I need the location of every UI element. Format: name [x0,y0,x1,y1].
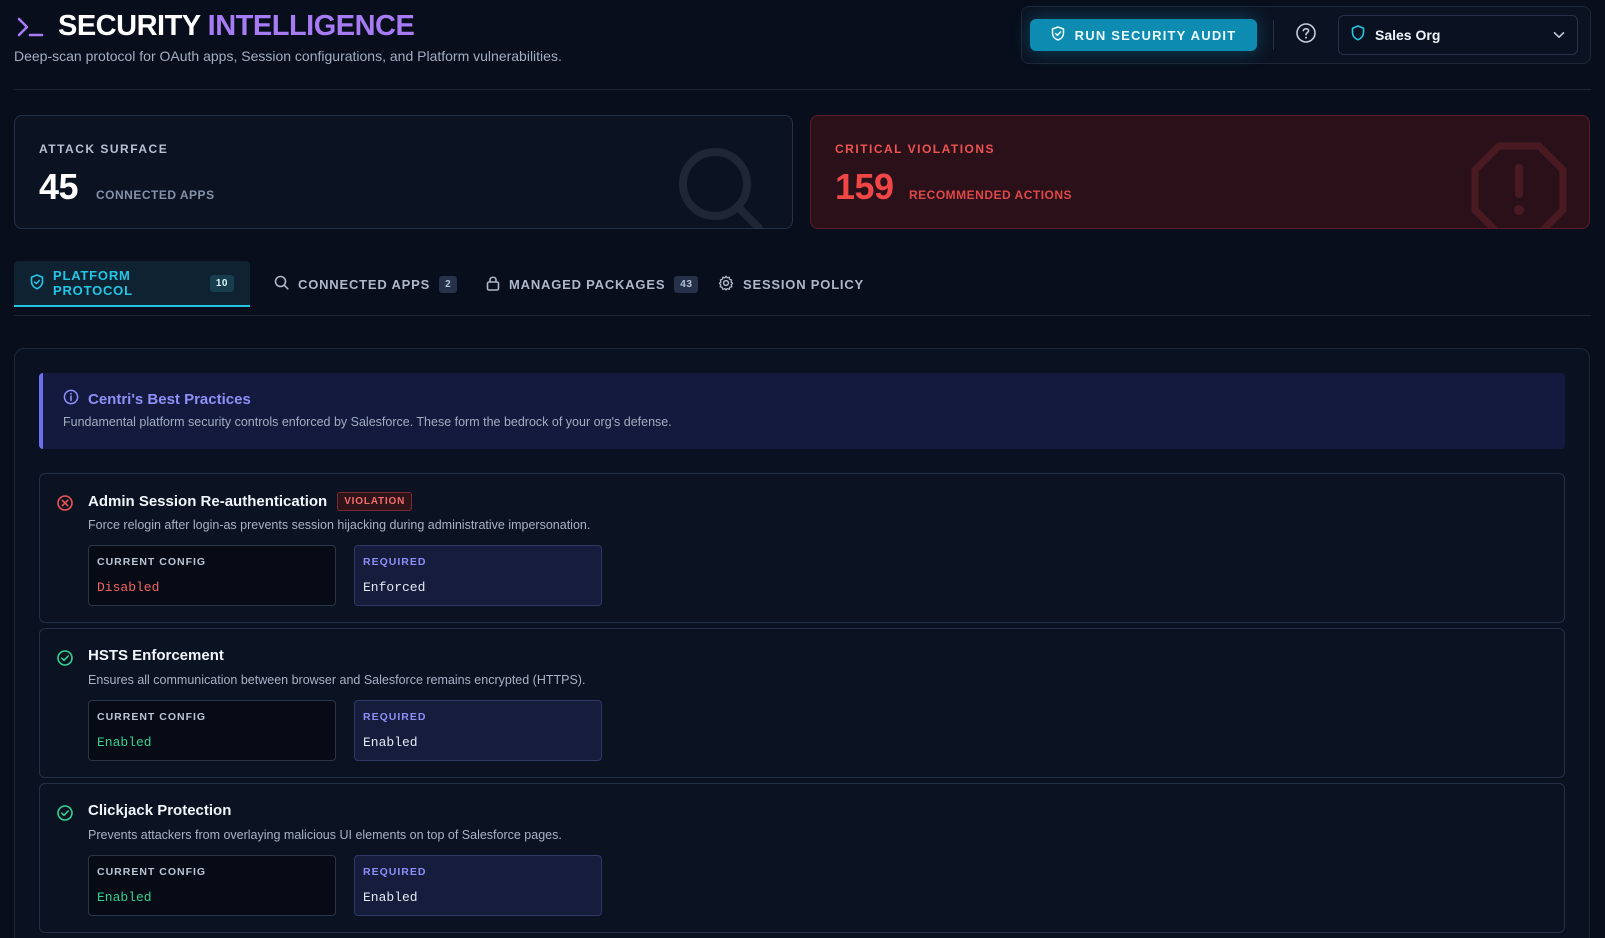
tab-label: PLATFORM PROTOCOL [53,268,133,298]
search-icon [274,275,289,293]
page-title-part1: SECURITY [58,10,201,42]
check-circle-icon [56,804,74,822]
required-config-label: REQUIRED [363,711,427,723]
attack-surface-unit: CONNECTED APPS [96,188,215,202]
tabs-divider-line [14,315,1591,316]
tab-count-badge: 43 [674,275,699,293]
required-config-value: Enabled [363,890,418,905]
run-security-audit-label: RUN SECURITY AUDIT [1074,27,1237,43]
current-config-box: CURRENT CONFIG Enabled [88,855,336,916]
current-config-label: CURRENT CONFIG [97,711,207,723]
current-config-value: Disabled [97,580,160,595]
rule-description: Prevents attackers from overlaying malic… [88,828,562,842]
critical-violations-unit: RECOMMENDED ACTIONS [909,188,1073,202]
callout-title-row: Centri's Best Practices [63,389,251,409]
current-config-label: CURRENT CONFIG [97,866,207,878]
check-circle-icon [56,649,74,667]
rule-card-hsts-enforcement: HSTS Enforcement Ensures all communicati… [39,628,1565,778]
attack-surface-label: ATTACK SURFACE [39,142,169,156]
chevron-down-icon [1553,26,1565,44]
shield-icon [30,273,44,293]
rule-title: Admin Session Re-authentication [88,493,328,510]
tab-bar: PLATFORM PROTOCOL 10 CONNECTED APPS 2 MA… [14,261,1591,317]
gear-icon [718,275,734,294]
tab-label: SESSION POLICY [743,276,865,292]
help-icon [1295,22,1317,49]
title-row: SECURITY INTELLIGENCE [16,10,415,43]
tab-count-badge: 10 [209,274,234,292]
required-config-box: REQUIRED Enabled [354,700,602,761]
shield-check-icon [1051,26,1065,44]
header-divider-line [14,89,1591,90]
tab-connected-apps[interactable]: CONNECTED APPS 2 [258,261,473,307]
rule-description: Ensures all communication between browse… [88,673,586,687]
required-config-value: Enabled [363,735,418,750]
violation-badge: VIOLATION [337,492,413,511]
current-config-box: CURRENT CONFIG Disabled [88,545,336,606]
callout-text: Fundamental platform security controls e… [63,415,672,429]
rule-description: Force relogin after login-as prevents se… [88,518,591,532]
header-divider [1273,20,1274,50]
critical-violations-card: CRITICAL VIOLATIONS 159 RECOMMENDED ACTI… [810,115,1590,229]
page-title-part2: INTELLIGENCE [207,10,415,42]
run-security-audit-button[interactable]: RUN SECURITY AUDIT [1030,19,1257,51]
rule-title-row: HSTS Enforcement [88,647,224,664]
alert-octagon-icon [1471,142,1567,228]
callout-title: Centri's Best Practices [88,390,251,408]
required-config-value: Enforced [363,580,426,595]
rule-title: Clickjack Protection [88,802,232,819]
required-config-box: REQUIRED Enforced [354,545,602,606]
rule-card-clickjack-protection: Clickjack Protection Prevents attackers … [39,783,1565,933]
platform-protocol-panel: Centri's Best Practices Fundamental plat… [14,348,1590,938]
help-button[interactable] [1292,21,1320,49]
current-config-label: CURRENT CONFIG [97,556,207,568]
attack-surface-value: 45 [39,166,79,207]
best-practices-callout: Centri's Best Practices Fundamental plat… [39,373,1565,449]
tab-platform-protocol[interactable]: PLATFORM PROTOCOL 10 [14,261,250,307]
page-header: SECURITY INTELLIGENCE Deep-scan protocol… [14,6,1591,90]
current-config-value: Enabled [97,735,152,750]
current-config-value: Enabled [97,890,152,905]
search-icon [675,144,771,228]
org-selector[interactable]: Sales Org [1338,15,1578,55]
page-title: SECURITY INTELLIGENCE [58,10,415,43]
critical-violations-label: CRITICAL VIOLATIONS [835,142,996,156]
required-config-label: REQUIRED [363,866,427,878]
terminal-prompt-icon [16,13,44,41]
required-config-box: REQUIRED Enabled [354,855,602,916]
current-config-box: CURRENT CONFIG Enabled [88,700,336,761]
rule-title: HSTS Enforcement [88,647,224,664]
header-actions: RUN SECURITY AUDIT Sales Org [1021,6,1591,64]
org-selector-value: Sales Org [1375,27,1441,43]
shield-icon [1351,24,1365,46]
tab-session-policy[interactable]: SESSION POLICY [702,261,880,307]
tab-label: MANAGED PACKAGES [509,276,666,292]
required-config-label: REQUIRED [363,556,427,568]
page-subtitle: Deep-scan protocol for OAuth apps, Sessi… [14,48,562,64]
rule-card-admin-session-reauth: Admin Session Re-authentication VIOLATIO… [39,473,1565,623]
tab-managed-packages[interactable]: MANAGED PACKAGES 43 [470,261,714,307]
attack-surface-card: ATTACK SURFACE 45 CONNECTED APPS [14,115,793,229]
rule-title-row: Admin Session Re-authentication VIOLATIO… [88,492,413,511]
x-circle-icon [56,494,74,512]
info-icon [63,389,79,409]
lock-icon [486,275,500,294]
critical-violations-value: 159 [835,166,894,207]
tab-label: CONNECTED APPS [298,276,431,292]
rule-title-row: Clickjack Protection [88,802,231,819]
tab-count-badge: 2 [439,275,458,293]
